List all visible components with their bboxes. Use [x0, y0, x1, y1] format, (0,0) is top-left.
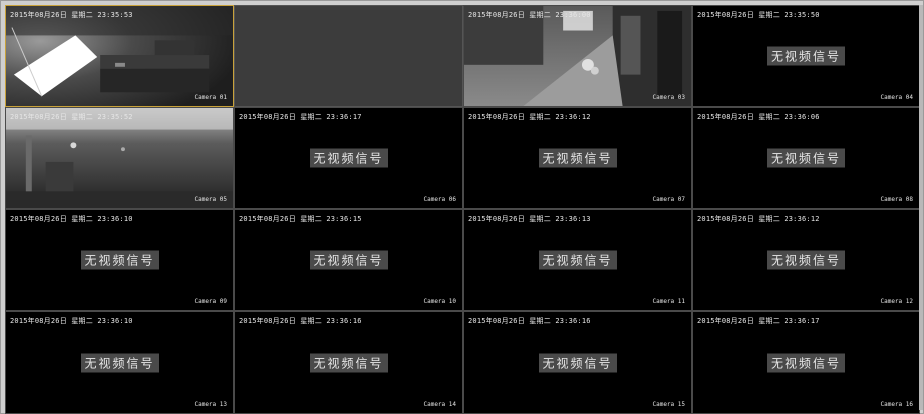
- camera-tile-15[interactable]: 2015年08月26日 星期二 23:36:16 无视频信号 Camera 15: [463, 311, 692, 414]
- camera-tile-16[interactable]: 2015年08月26日 星期二 23:36:17 无视频信号 Camera 16: [692, 311, 920, 414]
- camera-label: Camera 14: [423, 401, 456, 408]
- camera-label: Camera 12: [880, 298, 913, 305]
- timestamp-overlay: 2015年08月26日 星期二 23:36:13: [468, 215, 591, 223]
- no-signal-label: 无视频信号: [538, 353, 617, 372]
- camera-tile-07[interactable]: 2015年08月26日 星期二 23:36:12 无视频信号 Camera 07: [463, 107, 692, 209]
- timestamp-overlay: 2015年08月26日 星期二 23:36:12: [468, 113, 591, 121]
- camera-tile-05[interactable]: 2015年08月26日 星期二 23:35:52 Camera 05: [5, 107, 234, 209]
- camera-feed-05: [6, 108, 233, 208]
- no-signal-label: 无视频信号: [766, 46, 846, 66]
- camera-tile-10[interactable]: 2015年08月26日 星期二 23:36:15 无视频信号 Camera 10: [234, 209, 463, 311]
- timestamp-overlay: 2015年08月26日 星期二 23:35:52: [10, 113, 133, 121]
- timestamp-overlay: 2015年08月26日 星期二 23:36:15: [239, 215, 362, 223]
- camera-tile-01[interactable]: 2015年08月26日 星期二 23:35:53 Camera 01: [5, 5, 234, 107]
- timestamp-overlay: 2015年08月26日 星期二 23:36:16: [239, 317, 362, 325]
- camera-feed-01: [6, 6, 233, 106]
- camera-tile-13[interactable]: 2015年08月26日 星期二 23:36:10 无视频信号 Camera 13: [5, 311, 234, 414]
- camera-tile-empty[interactable]: [234, 5, 463, 107]
- camera-tile-09[interactable]: 2015年08月26日 星期二 23:36:10 无视频信号 Camera 09: [5, 209, 234, 311]
- video-wall-window: 2015年08月26日 星期二 23:35:53 Camera 01 2015年…: [0, 0, 924, 414]
- camera-tile-04[interactable]: 2015年08月26日 星期二 23:35:50 无视频信号 Camera 04: [692, 5, 920, 107]
- no-signal-label: 无视频信号: [309, 250, 388, 270]
- no-signal-label: 无视频信号: [309, 148, 388, 168]
- timestamp-overlay: 2015年08月26日 星期二 23:36:10: [10, 317, 133, 325]
- vertical-scrollbar[interactable]: [919, 5, 923, 410]
- camera-label: Camera 13: [194, 401, 227, 408]
- no-signal-label: 无视频信号: [309, 353, 388, 372]
- timestamp-overlay: 2015年08月26日 星期二 23:36:00: [468, 11, 591, 19]
- camera-grid: 2015年08月26日 星期二 23:35:53 Camera 01 2015年…: [5, 5, 920, 414]
- camera-label: Camera 11: [652, 298, 685, 305]
- timestamp-overlay: 2015年08月26日 星期二 23:35:50: [697, 11, 820, 19]
- no-signal-label: 无视频信号: [538, 148, 617, 168]
- timestamp-overlay: 2015年08月26日 星期二 23:36:17: [239, 113, 362, 121]
- camera-tile-11[interactable]: 2015年08月26日 星期二 23:36:13 无视频信号 Camera 11: [463, 209, 692, 311]
- camera-label: Camera 16: [880, 401, 913, 408]
- camera-tile-03[interactable]: 2015年08月26日 星期二 23:36:00 Camera 03: [463, 5, 692, 107]
- timestamp-overlay: 2015年08月26日 星期二 23:36:16: [468, 317, 591, 325]
- no-signal-label: 无视频信号: [766, 148, 846, 168]
- camera-label: Camera 03: [652, 94, 685, 101]
- no-signal-label: 无视频信号: [766, 353, 846, 372]
- no-signal-label: 无视频信号: [80, 353, 159, 372]
- camera-tile-06[interactable]: 2015年08月26日 星期二 23:36:17 无视频信号 Camera 06: [234, 107, 463, 209]
- camera-label: Camera 06: [423, 196, 456, 203]
- camera-tile-14[interactable]: 2015年08月26日 星期二 23:36:16 无视频信号 Camera 14: [234, 311, 463, 414]
- camera-label: Camera 15: [652, 401, 685, 408]
- camera-tile-08[interactable]: 2015年08月26日 星期二 23:36:06 无视频信号 Camera 08: [692, 107, 920, 209]
- no-signal-label: 无视频信号: [80, 250, 159, 270]
- camera-label: Camera 09: [194, 298, 227, 305]
- camera-label: Camera 01: [194, 94, 227, 101]
- timestamp-overlay: 2015年08月26日 星期二 23:36:17: [697, 317, 820, 325]
- camera-tile-12[interactable]: 2015年08月26日 星期二 23:36:12 无视频信号 Camera 12: [692, 209, 920, 311]
- camera-label: Camera 10: [423, 298, 456, 305]
- camera-label: Camera 05: [194, 196, 227, 203]
- camera-feed-03: [464, 6, 691, 106]
- timestamp-overlay: 2015年08月26日 星期二 23:36:06: [697, 113, 820, 121]
- timestamp-overlay: 2015年08月26日 星期二 23:35:53: [10, 11, 133, 19]
- camera-label: Camera 08: [880, 196, 913, 203]
- timestamp-overlay: 2015年08月26日 星期二 23:36:10: [10, 215, 133, 223]
- timestamp-overlay: 2015年08月26日 星期二 23:36:12: [697, 215, 820, 223]
- camera-label: Camera 07: [652, 196, 685, 203]
- no-signal-label: 无视频信号: [766, 250, 846, 270]
- no-signal-label: 无视频信号: [538, 250, 617, 270]
- camera-label: Camera 04: [880, 94, 913, 101]
